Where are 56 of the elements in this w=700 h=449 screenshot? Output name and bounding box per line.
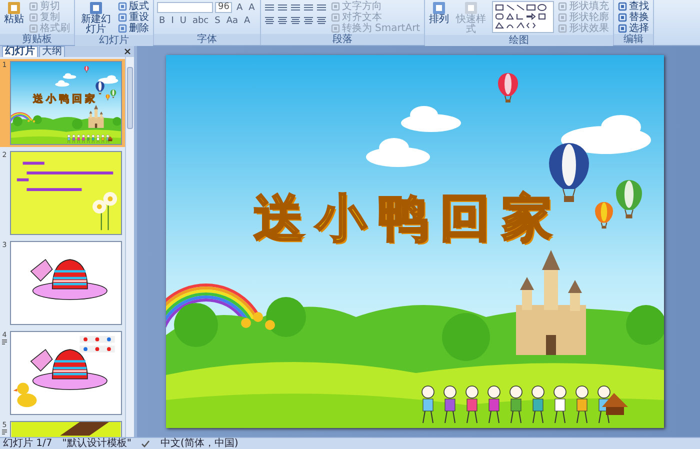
castle-drawing (88, 104, 104, 128)
hot-air-balloon (549, 143, 589, 202)
ribbon-button[interactable]: 粘贴 (3, 1, 25, 25)
ribbon-button[interactable]: 排列 (428, 1, 450, 25)
format-button[interactable]: S (212, 14, 222, 26)
hot-air-balloon (498, 73, 518, 102)
ribbon-button[interactable]: 版式 (117, 1, 150, 12)
group-label: 段落 (260, 34, 424, 45)
cloud (366, 138, 430, 167)
pane-tab[interactable]: 大纲 (39, 46, 65, 57)
group-label: 编辑 (614, 34, 654, 45)
duck-drawing (13, 382, 37, 408)
cloud (98, 75, 118, 84)
group-label: 字体 (154, 34, 260, 45)
format-button[interactable]: abc (190, 14, 211, 26)
scrollbar[interactable] (125, 57, 134, 437)
hot-air-balloon (595, 202, 613, 229)
ribbon-button[interactable]: 重设 (117, 12, 150, 23)
theme-name: "默认设计模板" (62, 438, 132, 448)
cloud (401, 106, 461, 132)
group-label: 绘图 (425, 35, 614, 46)
font-size-button[interactable]: A (246, 2, 257, 14)
hut-drawing (107, 136, 114, 142)
ribbon-button[interactable]: 新建幻灯片 (78, 1, 114, 35)
hut-drawing (602, 393, 628, 415)
language: 中文(简体，中国) (160, 438, 238, 448)
font-size-button[interactable]: A (234, 2, 245, 14)
ribbon-button[interactable]: 选择 (617, 23, 650, 34)
slide-count: 幻灯片 1/7 (3, 438, 52, 448)
group-label: 剪贴板 (0, 34, 74, 45)
format-button[interactable]: Aa (224, 14, 240, 26)
format-button[interactable]: B (157, 14, 168, 26)
ribbon-button[interactable]: 删除 (117, 23, 150, 34)
pane-tab[interactable]: 幻灯片 (2, 46, 38, 57)
spell-check-icon[interactable] (141, 440, 150, 448)
align-left-icon[interactable] (264, 16, 275, 25)
format-button[interactable]: A (242, 14, 252, 26)
cards-drawing (80, 336, 115, 352)
group-label: 幻灯片 (75, 35, 153, 46)
ribbon-button[interactable]: 替换 (617, 12, 650, 23)
slide-thumbnail[interactable]: 送小鸭回家 (10, 61, 122, 145)
thumbnail-title: 送小鸭回家 (33, 92, 98, 106)
align-right-icon[interactable] (290, 16, 301, 25)
hot-air-balloon (616, 180, 642, 218)
children-drawing (67, 134, 110, 144)
font-size-field[interactable]: 96 (215, 2, 232, 13)
shapes-gallery[interactable] (492, 1, 554, 33)
format-button[interactable]: I (169, 14, 176, 26)
format-button[interactable]: U (178, 14, 188, 26)
flowers-drawing (92, 192, 118, 231)
slide-title: 送小鸭回家 (254, 188, 564, 249)
hot-air-balloon (84, 66, 89, 72)
ribbon-button[interactable]: 查找 (617, 1, 650, 12)
close-icon[interactable] (124, 48, 131, 55)
font-name-field[interactable] (157, 2, 213, 13)
align-center-icon[interactable] (276, 16, 288, 25)
